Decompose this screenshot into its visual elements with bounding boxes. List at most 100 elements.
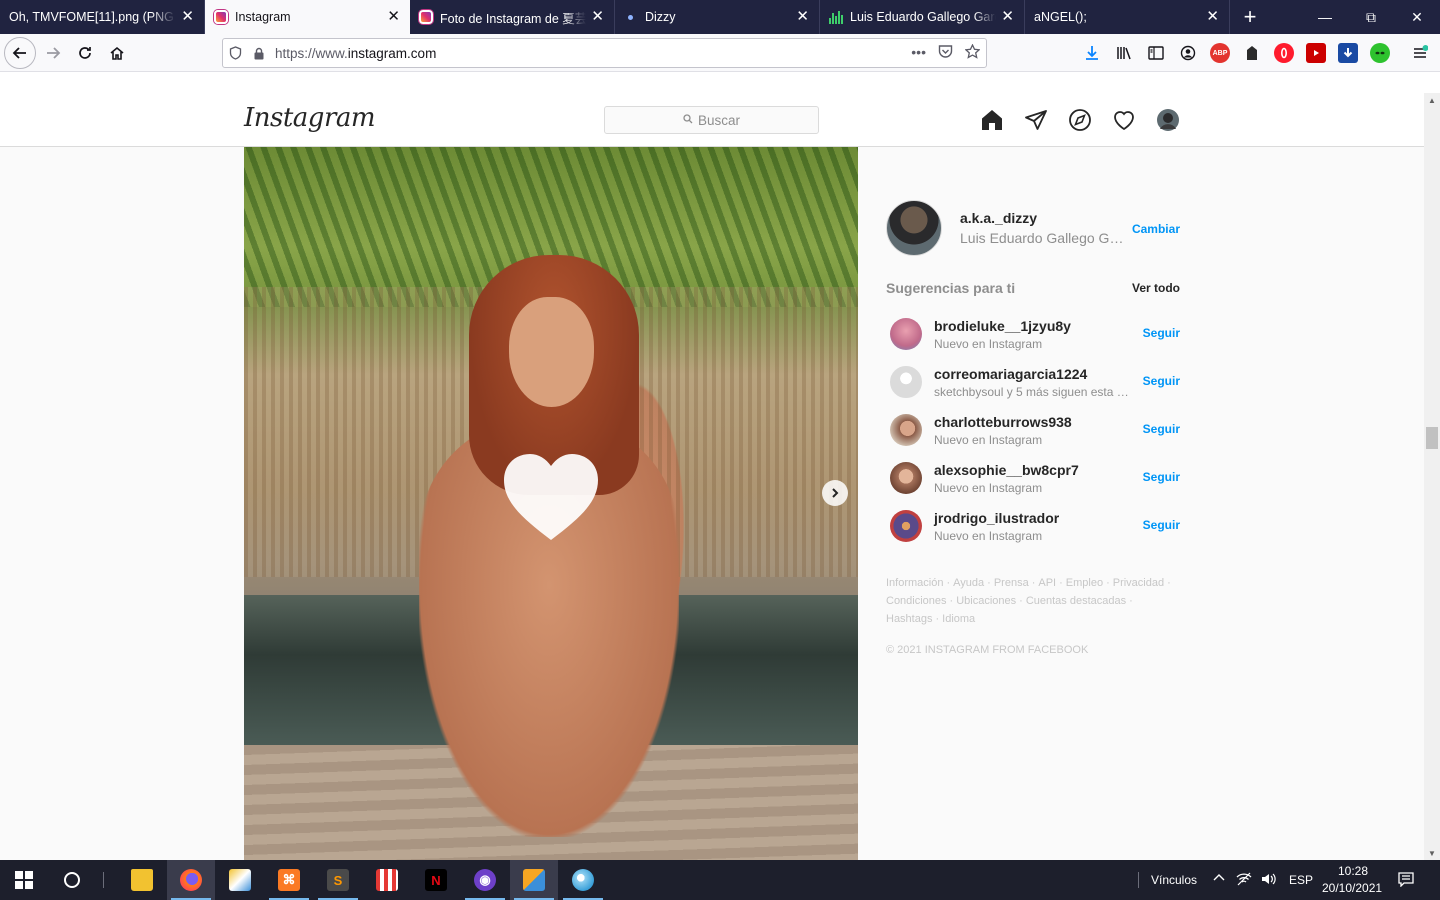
footer-link[interactable]: Idioma [942, 613, 975, 625]
switch-account-button[interactable]: Cambiar [1132, 222, 1180, 236]
home-button[interactable] [102, 38, 132, 68]
links-toolbar-label[interactable]: Vínculos [1151, 873, 1197, 887]
next-photo-button[interactable] [822, 480, 848, 506]
footer-link[interactable]: Empleo [1066, 577, 1103, 589]
network-icon[interactable] [1236, 871, 1252, 890]
clock-date[interactable]: 20/10/2021 [1322, 881, 1382, 895]
follow-button[interactable]: Seguir [1143, 422, 1180, 436]
alien-icon[interactable] [1370, 43, 1390, 63]
clock-time[interactable]: 10:28 [1338, 864, 1368, 878]
footer-link[interactable]: API [1038, 577, 1056, 589]
see-all-link[interactable]: Ver todo [1132, 281, 1180, 295]
netflix-icon[interactable]: N [412, 860, 460, 900]
follow-button[interactable]: Seguir [1143, 326, 1180, 340]
activity-heart-icon[interactable] [1111, 107, 1137, 133]
youtube-icon[interactable] [1306, 43, 1326, 63]
show-hidden-icons-icon[interactable] [1212, 871, 1226, 888]
paint-icon[interactable] [559, 860, 607, 900]
account-icon[interactable] [1178, 43, 1198, 63]
lock-icon[interactable] [247, 47, 271, 60]
filezilla-icon[interactable] [510, 860, 558, 900]
action-center-icon[interactable] [1398, 871, 1414, 890]
profile-avatar[interactable] [1155, 107, 1181, 133]
winscp-icon[interactable] [216, 860, 264, 900]
shield-icon[interactable] [223, 46, 247, 60]
bookmark-star-icon[interactable] [964, 43, 981, 62]
footer-link[interactable]: Condiciones [886, 595, 947, 607]
close-tab-icon[interactable]: ✕ [181, 9, 194, 24]
explore-icon[interactable] [1067, 107, 1093, 133]
extension-icon[interactable] [1242, 43, 1262, 63]
footer-link[interactable]: Privacidad [1113, 577, 1164, 589]
popcorn-time-icon[interactable] [363, 860, 411, 900]
search-input[interactable]: Buscar [604, 106, 819, 134]
suggestion-avatar[interactable] [890, 510, 922, 542]
language-indicator[interactable]: ESP [1289, 873, 1313, 887]
suggestion-avatar[interactable] [890, 318, 922, 350]
suggestion-username[interactable]: charlotteburrows938 [934, 414, 1134, 430]
suggestion-username[interactable]: correomariagarcia1224 [934, 366, 1134, 382]
pocket-icon[interactable] [938, 44, 953, 62]
scroll-up-icon[interactable]: ▲ [1424, 93, 1440, 107]
suggestion-username[interactable]: brodieluke__1jzyu8y [934, 318, 1134, 334]
minimize-icon[interactable]: — [1302, 0, 1348, 34]
suggestion-avatar[interactable] [890, 462, 922, 494]
profile-username[interactable]: a.k.a._dizzy [960, 210, 1130, 226]
home-icon[interactable] [979, 107, 1005, 133]
browser-tab[interactable]: Foto de Instagram de 夏芸 ✕ [410, 0, 615, 34]
suggestion-username[interactable]: alexsophie__bw8cpr7 [934, 462, 1134, 478]
reload-button[interactable] [70, 38, 100, 68]
follow-button[interactable]: Seguir [1143, 374, 1180, 388]
sidebar-icon[interactable] [1146, 43, 1166, 63]
follow-button[interactable]: Seguir [1143, 518, 1180, 532]
page-scrollbar[interactable]: ▲ ▼ [1424, 93, 1440, 860]
download-helper-icon[interactable] [1338, 43, 1358, 63]
footer-link[interactable]: Hashtags [886, 613, 932, 625]
scroll-down-icon[interactable]: ▼ [1424, 846, 1440, 860]
close-window-icon[interactable]: ✕ [1394, 0, 1440, 34]
volume-icon[interactable] [1260, 871, 1276, 890]
new-tab-button[interactable]: + [1230, 0, 1270, 34]
user-avatar[interactable] [886, 200, 942, 256]
page-actions-icon[interactable]: ••• [911, 44, 926, 62]
close-tab-icon[interactable]: ✕ [796, 9, 809, 24]
close-tab-icon[interactable]: ✕ [387, 9, 400, 24]
close-tab-icon[interactable]: ✕ [591, 9, 604, 24]
suggestion-username[interactable]: jrodrigo_ilustrador [934, 510, 1134, 526]
close-tab-icon[interactable]: ✕ [1206, 9, 1219, 24]
footer-link[interactable]: Prensa [994, 577, 1029, 589]
github-desktop-icon[interactable]: ◉ [461, 860, 509, 900]
footer-link[interactable]: Ayuda [953, 577, 984, 589]
browser-tab-active[interactable]: Instagram ✕ [205, 0, 410, 34]
menu-icon[interactable] [1410, 43, 1430, 63]
suggestion-avatar[interactable] [890, 366, 922, 398]
firefox-icon[interactable] [167, 860, 215, 900]
opera-icon[interactable] [1274, 43, 1294, 63]
follow-button[interactable]: Seguir [1143, 470, 1180, 484]
restore-icon[interactable]: ⧉ [1348, 0, 1394, 34]
forward-button[interactable] [38, 38, 68, 68]
file-explorer-icon[interactable] [118, 860, 166, 900]
adblock-plus-icon[interactable]: ABP [1210, 43, 1230, 63]
browser-tab[interactable]: Luis Eduardo Gallego Garcí ✕ [820, 0, 1025, 34]
sublime-text-icon[interactable]: S [314, 860, 362, 900]
download-icon[interactable] [1082, 43, 1102, 63]
back-button[interactable] [4, 37, 36, 69]
footer-link[interactable]: Ubicaciones [956, 595, 1016, 607]
browser-tab[interactable]: Oh, TMVFOME[11].png (PNG In ✕ [0, 0, 205, 34]
suggestion-avatar[interactable] [890, 414, 922, 446]
footer-link[interactable]: Cuentas destacadas [1026, 595, 1126, 607]
xampp-icon[interactable]: ⌘ [265, 860, 313, 900]
close-tab-icon[interactable]: ✕ [1001, 9, 1014, 24]
instagram-logo[interactable]: Instagram [244, 103, 376, 133]
windows-start-icon[interactable] [0, 860, 48, 900]
browser-tab[interactable]: aNGEL(); ✕ [1025, 0, 1230, 34]
library-icon[interactable] [1114, 43, 1134, 63]
cortana-icon[interactable] [48, 860, 96, 900]
scrollbar-thumb[interactable] [1426, 427, 1438, 449]
address-bar[interactable]: https://www.instagram.com ••• [222, 38, 987, 68]
browser-tab[interactable]: Dizzy ✕ [615, 0, 820, 34]
footer-link[interactable]: Información [886, 577, 943, 589]
direct-icon[interactable] [1023, 107, 1049, 133]
post-photo[interactable] [244, 147, 858, 860]
